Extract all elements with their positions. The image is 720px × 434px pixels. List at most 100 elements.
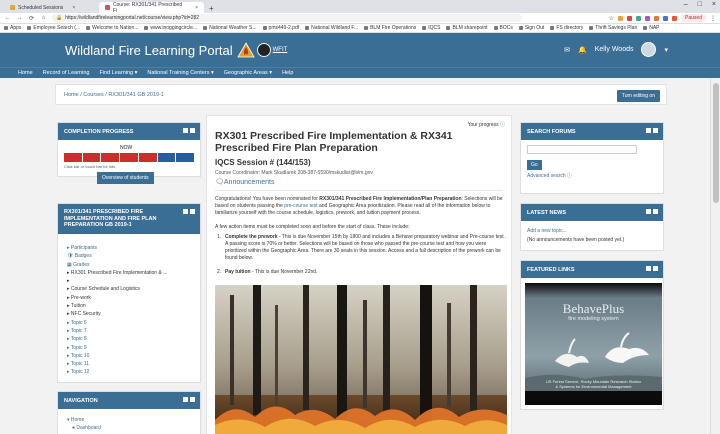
completion-progress-bar[interactable]: [64, 153, 196, 162]
browser-tab-scheduled[interactable]: Scheduled Sessions ×: [4, 2, 99, 13]
bookmark-item[interactable]: BOCs: [493, 25, 513, 31]
maximize-icon[interactable]: □: [698, 1, 702, 8]
block-controls[interactable]: [646, 128, 658, 133]
breadcrumb-text[interactable]: Home / Courses / RX301/341 GB 2019-1: [64, 92, 164, 98]
site-nav-item[interactable]: Record of Learning: [43, 70, 90, 76]
close-tab-icon[interactable]: ×: [72, 5, 75, 11]
overview-of-students-button[interactable]: Overview of students: [97, 172, 154, 184]
dock-icon[interactable]: [183, 128, 188, 133]
site-title[interactable]: Wildland Fire Learning Portal: [65, 43, 233, 58]
advanced-search-link[interactable]: Advanced search ⓘ: [527, 172, 572, 179]
minimize-icon[interactable]: –: [684, 1, 688, 8]
course-menu-item[interactable]: ▦ Grades: [67, 261, 200, 269]
site-nav-item[interactable]: National Training Centers ▾: [147, 70, 213, 76]
course-menu-item[interactable]: ▸ RX301 Prescribed Fire Implementation &…: [67, 269, 200, 277]
course-menu-item[interactable]: ▸ Pre-work: [67, 294, 200, 302]
notifications-icon[interactable]: 🔔: [578, 46, 587, 54]
course-menu-item[interactable]: ▸ Topic 11: [67, 360, 200, 368]
block-controls[interactable]: [183, 128, 195, 133]
close-tab-icon[interactable]: ×: [195, 5, 198, 11]
help-icon[interactable]: ⓘ: [567, 173, 572, 179]
collapse-icon[interactable]: [653, 128, 658, 133]
scrollbar-thumb[interactable]: [713, 83, 719, 203]
extension-icon[interactable]: [627, 15, 633, 21]
close-window-icon[interactable]: ×: [712, 1, 716, 8]
forward-icon[interactable]: →: [16, 15, 23, 21]
dock-icon[interactable]: [646, 266, 651, 271]
extension-icon[interactable]: [663, 15, 669, 21]
site-nav-item[interactable]: Help: [282, 70, 293, 76]
home-icon[interactable]: ⌂: [40, 15, 47, 21]
extension-icon[interactable]: [618, 15, 624, 21]
bookmark-item[interactable]: Apps: [4, 25, 21, 31]
messages-icon[interactable]: ✉: [564, 46, 570, 54]
block-controls[interactable]: [183, 209, 195, 214]
reload-icon[interactable]: ⟳: [28, 15, 35, 22]
course-menu-item[interactable]: ▸ Topic 7: [67, 327, 200, 335]
progress-segment[interactable]: [82, 153, 102, 162]
bookmark-item[interactable]: pms449-2.pdf: [262, 25, 299, 31]
avatar[interactable]: [641, 42, 657, 57]
course-menu-item[interactable]: ▸ Topic 9: [67, 344, 200, 352]
extension-icon[interactable]: [654, 15, 660, 21]
nav-home-link[interactable]: ▾ Home: [67, 416, 200, 424]
url-input[interactable]: 🔒 https://wildlandfirelearningportal.net…: [52, 14, 522, 22]
bookmark-item[interactable]: Welcome to Nation...: [86, 25, 138, 31]
dock-icon[interactable]: [183, 209, 188, 214]
pre-course-test-link[interactable]: pre-course test: [284, 203, 317, 209]
add-topic-link[interactable]: Add a new topic...: [527, 228, 567, 234]
collapse-icon[interactable]: [190, 397, 195, 402]
bookmark-item[interactable]: Employee Search (...: [27, 25, 80, 31]
bookmark-item[interactable]: BLM Fire Operations: [364, 25, 416, 31]
progress-segment[interactable]: [157, 153, 177, 162]
star-icon[interactable]: ☆: [609, 15, 614, 22]
profile-paused-badge[interactable]: Paused: [681, 14, 706, 22]
new-tab-icon[interactable]: +: [204, 4, 219, 13]
bookmark-item[interactable]: Thrift Savings Plan: [589, 25, 637, 31]
turn-editing-on-button[interactable]: Turn editing on: [616, 90, 660, 102]
block-controls[interactable]: [183, 397, 195, 402]
dock-icon[interactable]: [646, 209, 651, 214]
info-icon[interactable]: ⓘ: [500, 122, 505, 128]
progress-segment[interactable]: [120, 153, 139, 162]
block-controls[interactable]: [646, 209, 658, 214]
collapse-icon[interactable]: [653, 266, 658, 271]
extension-icon[interactable]: [636, 15, 642, 21]
progress-segment[interactable]: [138, 153, 158, 162]
bookmark-item[interactable]: www.inoggingcircle...: [144, 25, 197, 31]
bookmark-item[interactable]: IQCS: [422, 25, 440, 31]
course-menu-item[interactable]: ▸ Tuition: [67, 302, 200, 310]
search-forums-input[interactable]: [527, 145, 637, 154]
bookmark-item[interactable]: BLM sharepoint: [446, 25, 488, 31]
browser-tab-course[interactable]: Course: RX301/341 Prescribed Fi ×: [99, 2, 204, 14]
collapse-icon[interactable]: [190, 128, 195, 133]
dock-icon[interactable]: [646, 128, 651, 133]
go-button[interactable]: Go: [527, 160, 542, 170]
page-scrollbar[interactable]: [710, 79, 720, 434]
bookmark-item[interactable]: Sign Out: [518, 25, 544, 31]
course-menu-item[interactable]: ▸: [67, 277, 200, 285]
bookmark-item[interactable]: FS directory: [550, 25, 583, 31]
block-controls[interactable]: [646, 266, 658, 271]
behaveplus-banner-link[interactable]: BehavePlus fire modeling system US Fores…: [525, 283, 662, 405]
course-menu-item[interactable]: ▸ Participants: [67, 244, 200, 252]
site-nav-item[interactable]: Geographic Areas ▾: [224, 70, 272, 76]
extension-icon[interactable]: [645, 15, 651, 21]
dock-icon[interactable]: [183, 397, 188, 402]
course-menu-item[interactable]: ▸ Course Schedule and Logistics: [67, 285, 200, 293]
nav-dashboard-link[interactable]: ● Dashboard: [67, 424, 200, 432]
course-menu-item[interactable]: ▸ Topic 8: [67, 335, 200, 343]
user-name[interactable]: Kelly Woods: [595, 46, 634, 53]
user-menu-chevron-icon[interactable]: ▾: [664, 46, 668, 54]
site-nav-item[interactable]: Home: [18, 70, 33, 76]
course-menu-item[interactable]: ▸ Topic 12: [67, 368, 200, 376]
more-menu-icon[interactable]: ⋮: [710, 15, 716, 22]
progress-segment[interactable]: [101, 153, 121, 162]
bookmark-item[interactable]: National Weather S...: [203, 25, 257, 31]
wfit-logo[interactable]: WFIT: [256, 43, 287, 57]
course-menu-item[interactable]: 🛡 Badges: [67, 252, 200, 260]
announcements-link[interactable]: 🗨Announcements: [215, 178, 274, 186]
site-nav-item[interactable]: Find Learning ▾: [99, 70, 137, 76]
course-menu-item[interactable]: ▸ Topic 10: [67, 352, 200, 360]
progress-segment[interactable]: [176, 153, 196, 162]
